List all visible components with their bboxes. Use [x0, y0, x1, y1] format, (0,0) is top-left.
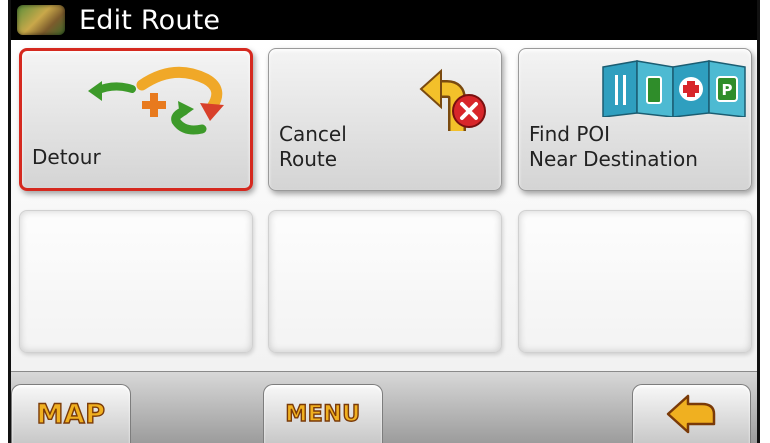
title-bar: Edit Route	[11, 0, 757, 40]
softkey-bar: MAP MENU	[11, 371, 757, 443]
cancel-route-icon	[419, 68, 486, 131]
tile-label-detour: Detour	[32, 145, 101, 169]
back-arrow-icon	[666, 394, 715, 434]
page-title: Edit Route	[79, 4, 221, 36]
empty-slot-2	[268, 210, 502, 353]
detour-arrows-icon	[88, 66, 224, 135]
app-map-icon	[17, 5, 65, 35]
map-button[interactable]: MAP	[11, 384, 131, 443]
tile-label-cancel-route: Cancel Route	[279, 122, 347, 171]
menu-button-label: MENU	[285, 401, 361, 427]
map-button-label: MAP	[36, 398, 106, 430]
detour-button[interactable]: Detour	[19, 48, 253, 191]
empty-slot-1	[19, 210, 253, 353]
empty-slot-3	[518, 210, 752, 353]
cancel-route-button[interactable]: Cancel Route	[268, 48, 502, 191]
poi-map-icon: P	[602, 60, 746, 117]
device-screen: Edit Route Detour Cancel Route P Find PO…	[8, 0, 760, 443]
svg-text:P: P	[722, 81, 733, 99]
find-poi-near-destination-button[interactable]: P Find POI Near Destination	[518, 48, 752, 191]
back-button[interactable]	[632, 384, 751, 443]
menu-button[interactable]: MENU	[263, 384, 383, 443]
tile-label-find-poi: Find POI Near Destination	[529, 122, 698, 171]
menu-grid: Detour Cancel Route P Find POI Near Dest…	[11, 40, 757, 372]
